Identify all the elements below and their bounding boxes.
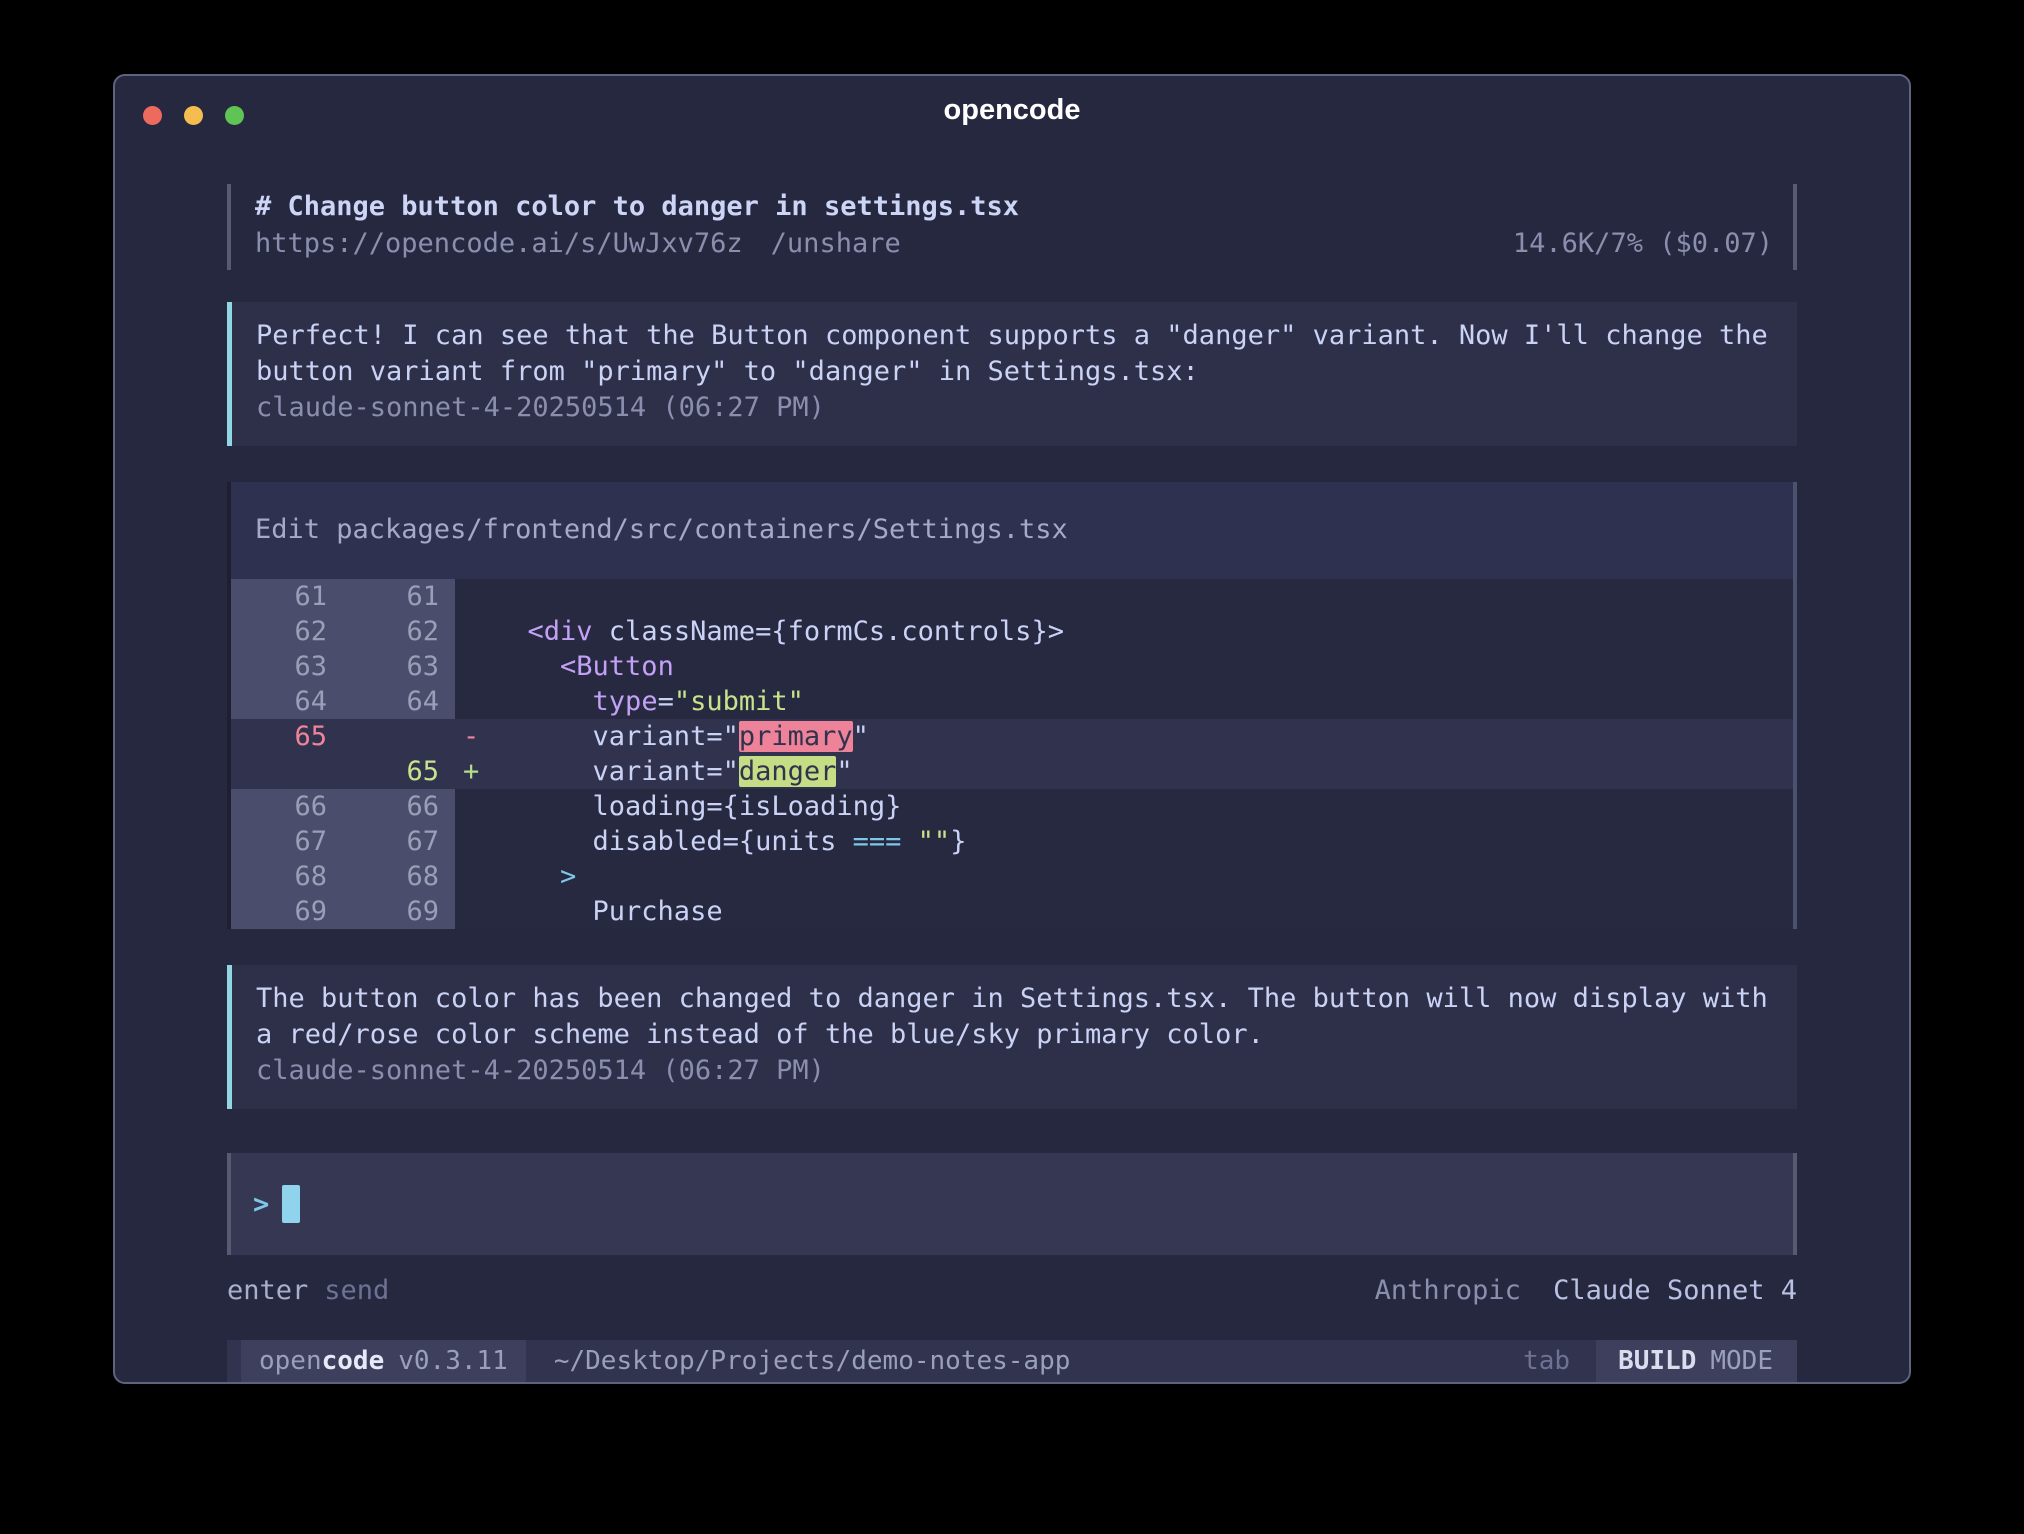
prompt-input[interactable]: > <box>227 1153 1797 1255</box>
new-line-number: 65 <box>343 754 455 789</box>
old-line-number: 67 <box>231 824 343 859</box>
unshare-command[interactable]: /unshare <box>771 226 901 262</box>
assistant-message: The button color has been changed to dan… <box>227 965 1797 1109</box>
old-line-number: 69 <box>231 894 343 929</box>
diff-marker <box>455 684 495 719</box>
share-header: # Change button color to danger in setti… <box>227 184 1797 270</box>
new-line-number: 64 <box>343 684 455 719</box>
app-version-chip: opencode v0.3.11 <box>241 1340 526 1382</box>
new-line-number <box>343 719 455 754</box>
edit-tool-header: Edit packages/frontend/src/containers/Se… <box>231 482 1797 579</box>
diff-marker <box>455 824 495 859</box>
old-line-number: 63 <box>231 649 343 684</box>
code-line: disabled={units === ""} <box>495 824 1797 859</box>
diff-row: 6767 disabled={units === ""} <box>231 824 1797 859</box>
app-version: v0.3.11 <box>398 1346 508 1376</box>
diff-row: 6868 > <box>231 859 1797 894</box>
code-line: loading={isLoading} <box>495 789 1797 824</box>
old-line-number: 66 <box>231 789 343 824</box>
share-url-link[interactable]: https://opencode.ai/s/UwJxv76z <box>255 226 743 262</box>
diff-marker: + <box>455 754 495 789</box>
diff-marker <box>455 894 495 929</box>
token-usage: 14.6K/7% ($0.07) <box>1513 226 1773 262</box>
mode-label-rest: MODE <box>1710 1346 1773 1376</box>
code-line <box>495 579 1797 614</box>
diff-row: 65 - variant="primary" <box>231 719 1797 754</box>
diff-marker <box>455 789 495 824</box>
code-line: <div className={formCs.controls}> <box>495 614 1797 649</box>
code-line: <Button <box>495 649 1797 684</box>
diff-scrollbar[interactable] <box>1793 482 1797 929</box>
enter-key-hint: enter <box>227 1273 308 1309</box>
share-row: https://opencode.ai/s/UwJxv76z /unshare … <box>255 226 1773 262</box>
footer-hints: enter send Anthropic Claude Sonnet 4 <box>227 1273 1797 1309</box>
new-line-number: 69 <box>343 894 455 929</box>
new-line-number: 63 <box>343 649 455 684</box>
diff-row: 65+ variant="danger" <box>231 754 1797 789</box>
text-cursor <box>282 1185 300 1223</box>
old-line-number <box>231 754 343 789</box>
tab-key-hint: tab <box>1523 1340 1570 1382</box>
diff-row: 6262 <div className={formCs.controls}> <box>231 614 1797 649</box>
working-directory: ~/Desktop/Projects/demo-notes-app <box>554 1340 1071 1382</box>
assistant-message-meta: claude-sonnet-4-20250514 (06:27 PM) <box>256 1053 1775 1089</box>
app-name-code: code <box>322 1346 385 1376</box>
prompt-chevron: > <box>253 1189 269 1220</box>
diff-row: 6969 Purchase <box>231 894 1797 929</box>
send-action-hint: send <box>324 1273 389 1309</box>
diff-marker <box>455 614 495 649</box>
diff-row: 6363 <Button <box>231 649 1797 684</box>
session-content: # Change button color to danger in setti… <box>115 142 1909 1382</box>
model-provider: Anthropic <box>1375 1275 1521 1306</box>
mode-toggle[interactable]: BUILD MODE <box>1596 1340 1797 1382</box>
code-line: > <box>495 859 1797 894</box>
diff-row: 6666 loading={isLoading} <box>231 789 1797 824</box>
code-line: Purchase <box>495 894 1797 929</box>
code-line: variant="danger" <box>495 754 1797 789</box>
new-line-number: 62 <box>343 614 455 649</box>
code-line: type="submit" <box>495 684 1797 719</box>
opencode-window: opencode # Change button color to danger… <box>113 74 1911 1384</box>
assistant-message-meta: claude-sonnet-4-20250514 (06:27 PM) <box>256 390 1775 426</box>
assistant-message: Perfect! I can see that the Button compo… <box>227 302 1797 446</box>
new-line-number: 68 <box>343 859 455 894</box>
diff-marker <box>455 649 495 684</box>
diff-marker <box>455 859 495 894</box>
mode-label-bold: BUILD <box>1618 1346 1696 1376</box>
model-indicator: Anthropic Claude Sonnet 4 <box>1375 1273 1797 1309</box>
diff-marker <box>455 579 495 614</box>
old-line-number: 61 <box>231 579 343 614</box>
assistant-message-text: Perfect! I can see that the Button compo… <box>256 318 1775 390</box>
status-bar: opencode v0.3.11 ~/Desktop/Projects/demo… <box>227 1340 1797 1382</box>
status-bar-right: tab BUILD MODE <box>1523 1340 1797 1382</box>
new-line-number: 67 <box>343 824 455 859</box>
edit-tool-block: Edit packages/frontend/src/containers/Se… <box>227 482 1797 929</box>
assistant-message-text: The button color has been changed to dan… <box>256 981 1775 1053</box>
old-line-number: 65 <box>231 719 343 754</box>
code-line: variant="primary" <box>495 719 1797 754</box>
old-line-number: 64 <box>231 684 343 719</box>
session-title: # Change button color to danger in setti… <box>255 188 1773 226</box>
old-line-number: 68 <box>231 859 343 894</box>
diff-row: 6464 type="submit" <box>231 684 1797 719</box>
diff-row: 6161 <box>231 579 1797 614</box>
model-name: Claude Sonnet 4 <box>1553 1275 1797 1306</box>
old-line-number: 62 <box>231 614 343 649</box>
diff-marker: - <box>455 719 495 754</box>
window-title: opencode <box>115 94 1909 127</box>
new-line-number: 66 <box>343 789 455 824</box>
app-name-open: open <box>259 1346 322 1376</box>
diff-rows: 61616262 <div className={formCs.controls… <box>231 579 1797 929</box>
new-line-number: 61 <box>343 579 455 614</box>
titlebar: opencode <box>115 76 1909 142</box>
